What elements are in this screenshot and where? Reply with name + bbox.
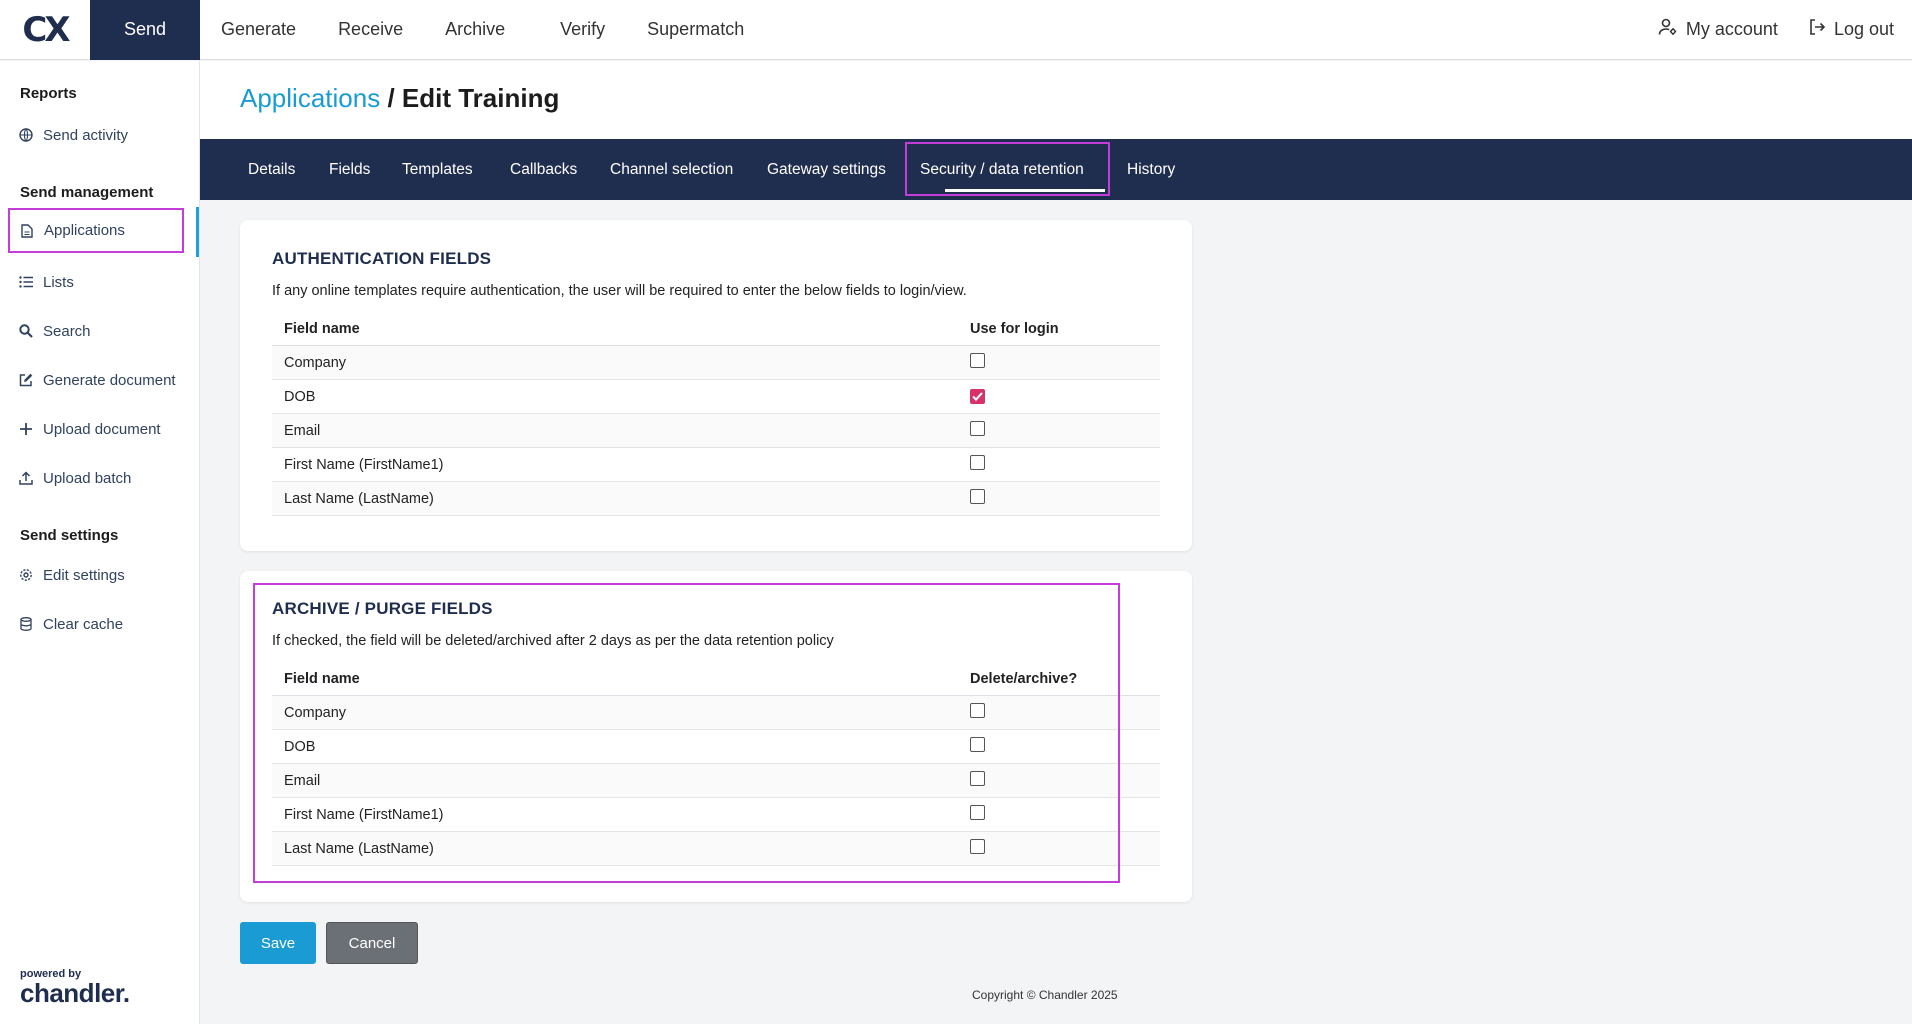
cancel-button[interactable]: Cancel <box>326 922 418 964</box>
col-field-name: Field name <box>284 320 360 337</box>
sidebar-item-generate-document[interactable]: Generate document <box>16 364 184 396</box>
page-title-text: Edit Training <box>401 83 560 113</box>
checkbox-checked[interactable] <box>970 388 985 404</box>
tab-details[interactable]: Details <box>248 139 295 200</box>
globe-icon <box>18 127 34 143</box>
tab-fields[interactable]: Fields <box>329 139 370 200</box>
auth-fields-table: Field name Use for login Company DOB Email… <box>272 312 1160 516</box>
table-row: First Name (FirstName1) <box>272 448 1160 482</box>
gear-icon <box>18 567 34 583</box>
nav-verify[interactable]: Verify <box>539 0 626 60</box>
tab-history[interactable]: History <box>1127 139 1175 200</box>
tab-gateway-settings[interactable]: Gateway settings <box>767 139 886 200</box>
archive-highlight-box <box>253 583 1120 883</box>
plus-icon <box>18 421 34 437</box>
sidebar-item-label: Send activity <box>43 126 129 144</box>
sidebar-item-label: Clear cache <box>43 615 124 633</box>
nav-archive[interactable]: Archive <box>424 0 539 60</box>
field-name-cell: Company <box>284 354 347 371</box>
sidebar: Reports Send activity Send management Ap… <box>0 61 200 1024</box>
active-tab-underline <box>945 189 1105 192</box>
sidebar-item-clear-cache[interactable]: Clear cache <box>16 608 184 640</box>
table-row: Company <box>272 346 1160 380</box>
tab-bar: Details Fields Templates Callbacks Chann… <box>200 139 1912 200</box>
document-icon <box>19 223 35 239</box>
table-row: Email <box>272 414 1160 448</box>
sidebar-item-search[interactable]: Search <box>16 315 184 347</box>
col-use-for-login: Use for login <box>970 320 1059 337</box>
powered-by-chandler-logo: powered by chandler. <box>20 968 130 1008</box>
authentication-fields-card: AUTHENTICATION FIELDS If any online temp… <box>240 220 1192 551</box>
edit-icon <box>18 372 34 388</box>
field-name-cell: First Name (FirstName1) <box>284 456 444 473</box>
my-account-link[interactable]: My account <box>1658 18 1778 41</box>
sidebar-item-label: Applications <box>44 222 125 239</box>
sidebar-item-label: Upload batch <box>43 469 132 487</box>
top-navbar: CX Send Generate Receive Archive Verify … <box>0 0 1912 60</box>
nav-generate[interactable]: Generate <box>200 0 317 60</box>
database-icon <box>18 616 34 632</box>
checkbox[interactable] <box>970 455 985 470</box>
sidebar-item-upload-document[interactable]: Upload document <box>16 413 184 445</box>
field-name-cell: Email <box>284 422 321 439</box>
cx-logo[interactable]: CX <box>0 0 90 60</box>
active-indicator <box>196 207 199 257</box>
checkbox[interactable] <box>970 489 985 504</box>
field-name-cell: Last Name (LastName) <box>284 490 434 507</box>
search-icon <box>18 323 34 339</box>
table-header: Field name Use for login <box>272 312 1160 346</box>
nav-receive[interactable]: Receive <box>317 0 424 60</box>
sidebar-item-send-activity[interactable]: Send activity <box>16 119 184 151</box>
log-out-label: Log out <box>1833 19 1894 39</box>
sidebar-item-lists[interactable]: Lists <box>16 266 184 298</box>
sidebar-item-label: Search <box>43 322 91 340</box>
checkbox-cell <box>970 489 1160 508</box>
user-gear-icon <box>1658 18 1678 41</box>
sidebar-item-label: Upload document <box>43 420 161 438</box>
log-out-link[interactable]: Log out <box>1808 18 1894 41</box>
auth-heading: AUTHENTICATION FIELDS <box>272 249 492 268</box>
table-row: Last Name (LastName) <box>272 482 1160 516</box>
section-send-settings: Send settings <box>20 527 119 544</box>
tab-templates[interactable]: Templates <box>402 139 473 200</box>
auth-description: If any online templates require authenti… <box>272 283 967 299</box>
table-row: DOB <box>272 380 1160 414</box>
sidebar-item-label: Lists <box>43 273 74 291</box>
checkbox[interactable] <box>970 421 985 436</box>
checkbox[interactable] <box>970 353 985 368</box>
nav-send[interactable]: Send <box>90 0 200 60</box>
tab-callbacks[interactable]: Callbacks <box>510 139 577 200</box>
sidebar-item-label: Edit settings <box>43 566 125 584</box>
section-reports: Reports <box>20 85 77 102</box>
breadcrumb-separator: / <box>387 83 395 113</box>
page-title: Applications / Edit Training <box>240 83 559 114</box>
checkbox-cell <box>970 388 1160 405</box>
sidebar-item-upload-batch[interactable]: Upload batch <box>16 462 184 494</box>
sidebar-item-label: Generate document <box>43 371 176 389</box>
checkbox-cell <box>970 353 1160 372</box>
sidebar-item-edit-settings[interactable]: Edit settings <box>16 559 184 591</box>
page-header: Applications / Edit Training <box>200 61 1912 139</box>
save-button[interactable]: Save <box>240 922 316 964</box>
breadcrumb-applications[interactable]: Applications <box>240 83 380 113</box>
sidebar-item-applications[interactable]: Applications <box>8 208 184 253</box>
checkbox-cell <box>970 421 1160 440</box>
section-send-management: Send management <box>20 184 154 201</box>
upload-icon <box>18 470 34 486</box>
tab-channel-selection[interactable]: Channel selection <box>610 139 733 200</box>
copyright-footer: Copyright © Chandler 2025 <box>972 988 1118 1002</box>
checkbox-cell <box>970 455 1160 474</box>
field-name-cell: DOB <box>284 388 316 405</box>
nav-supermatch[interactable]: Supermatch <box>626 0 765 60</box>
my-account-label: My account <box>1685 19 1778 39</box>
logout-icon <box>1808 18 1826 41</box>
list-icon <box>18 274 34 290</box>
